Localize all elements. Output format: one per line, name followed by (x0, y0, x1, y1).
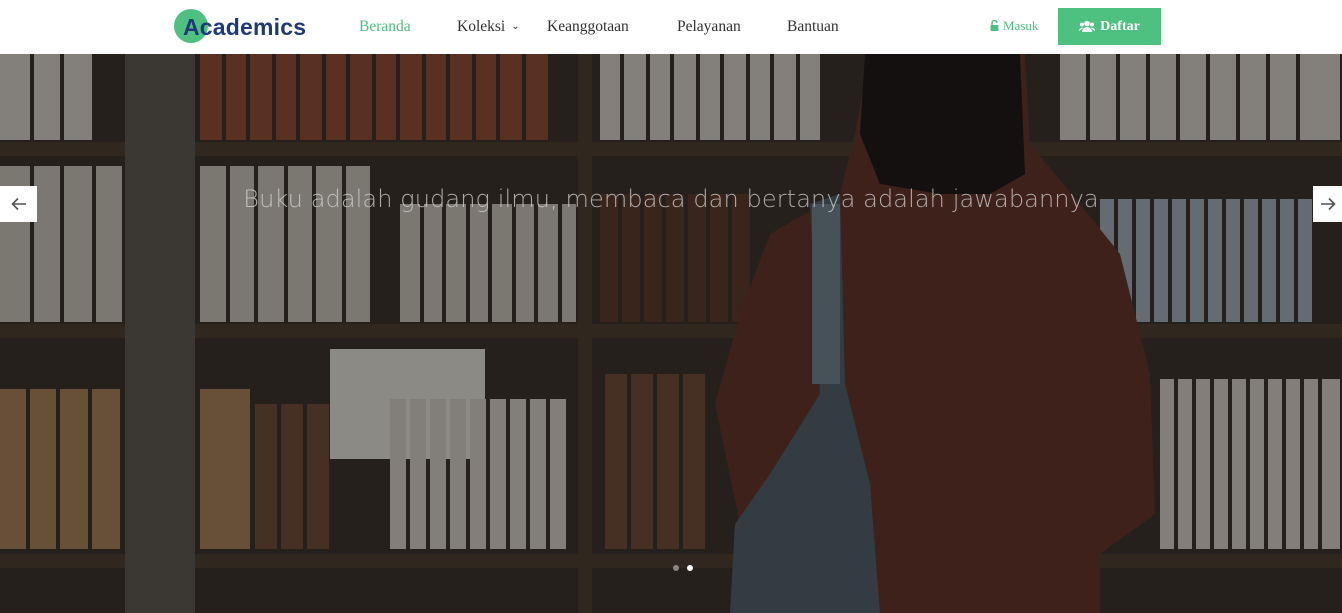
hero-carousel: Buku adalah gudang ilmu, membaca dan ber… (0, 54, 1342, 613)
login-label: Masuk (1003, 18, 1039, 33)
lock-icon (990, 19, 999, 31)
login-link[interactable]: Masuk (990, 18, 1038, 34)
top-navbar: Academics Beranda Koleksi ⌄ Keanggotaan P… (0, 0, 1342, 54)
nav-item-koleksi[interactable]: Koleksi ⌄ (457, 18, 520, 36)
nav-item-keanggotaan[interactable]: Keanggotaan (547, 18, 629, 36)
carousel-prev-button[interactable] (0, 186, 37, 222)
carousel-next-button[interactable] (1313, 186, 1342, 222)
hero-caption: Buku adalah gudang ilmu, membaca dan ber… (243, 185, 1099, 213)
arrow-left-icon (10, 197, 26, 211)
nav-item-pelayanan[interactable]: Pelayanan (677, 18, 741, 36)
brand-name: Academics (183, 13, 307, 40)
chevron-down-icon: ⌄ (511, 21, 520, 32)
register-label: Daftar (1100, 18, 1140, 34)
register-button[interactable]: Daftar (1058, 8, 1161, 45)
nav-item-beranda[interactable]: Beranda (359, 18, 411, 36)
nav-item-bantuan[interactable]: Bantuan (787, 18, 839, 36)
brand-logo[interactable]: Academics (174, 9, 306, 45)
carousel-indicators (0, 565, 1342, 571)
hero-dark-overlay (0, 54, 1342, 613)
arrow-right-icon (1320, 197, 1336, 211)
carousel-dot-2[interactable] (687, 565, 693, 571)
nav-item-koleksi-label: Koleksi (457, 18, 506, 35)
carousel-dot-1[interactable] (673, 565, 679, 571)
users-icon (1079, 20, 1096, 32)
